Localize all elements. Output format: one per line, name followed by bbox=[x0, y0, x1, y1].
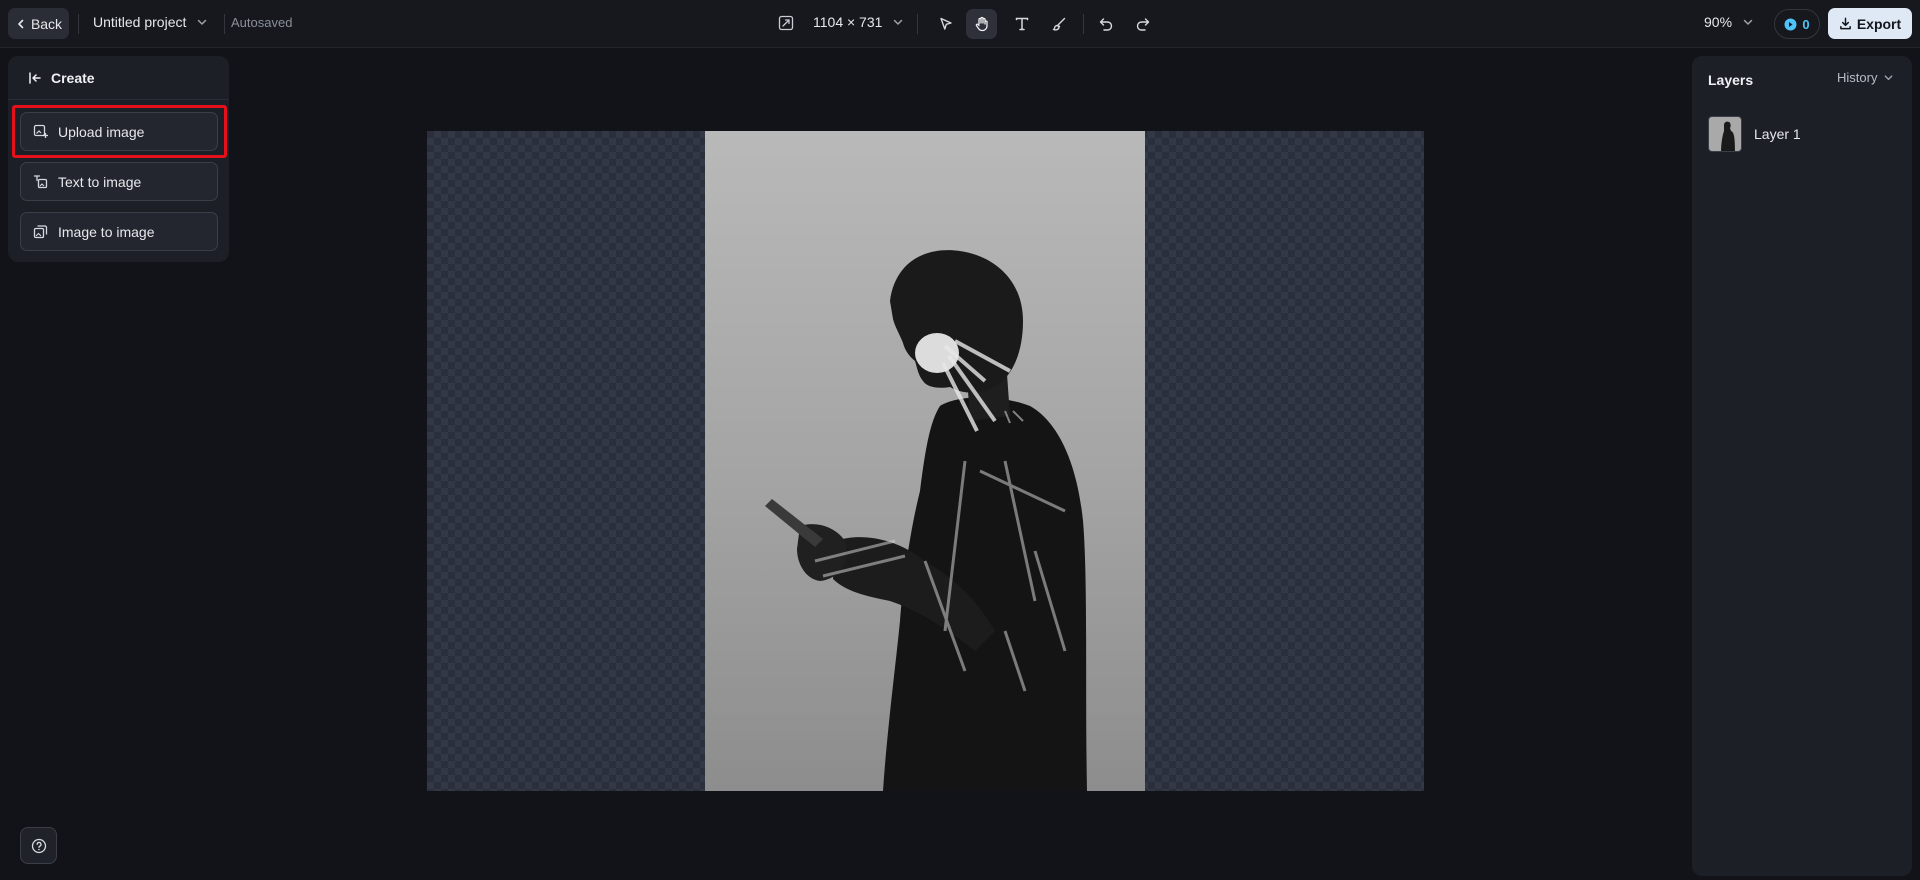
project-name-dropdown[interactable]: Untitled project bbox=[93, 14, 208, 30]
create-panel: Create Upload image Text to image Image … bbox=[8, 56, 229, 262]
upload-image-button[interactable]: Upload image bbox=[20, 112, 218, 151]
chevron-left-icon bbox=[15, 18, 27, 30]
cursor-arrow-icon bbox=[938, 16, 954, 32]
brush-tool[interactable] bbox=[1043, 9, 1074, 39]
create-title: Create bbox=[51, 69, 95, 86]
layers-panel: Layers History Layer 1 bbox=[1692, 56, 1912, 876]
divider bbox=[78, 14, 79, 34]
image-to-image-icon bbox=[33, 224, 48, 239]
editor-canvas[interactable] bbox=[427, 131, 1424, 791]
redo-button[interactable] bbox=[1127, 9, 1158, 39]
hand-icon bbox=[974, 16, 990, 32]
help-circle-icon bbox=[31, 838, 47, 854]
download-icon bbox=[1839, 17, 1852, 30]
top-toolbar: Back Untitled project Autosaved 1104 × 7… bbox=[0, 0, 1920, 48]
help-button[interactable] bbox=[20, 827, 57, 864]
export-button[interactable]: Export bbox=[1828, 8, 1912, 39]
zoom-value: 90% bbox=[1704, 14, 1733, 30]
export-label: Export bbox=[1856, 15, 1902, 32]
chevron-down-icon bbox=[1742, 16, 1754, 28]
chevron-down-icon bbox=[196, 16, 208, 28]
divider bbox=[224, 14, 225, 34]
text-tool[interactable] bbox=[1006, 9, 1037, 39]
photo-person-with-phone bbox=[765, 250, 1087, 791]
zoom-dropdown[interactable]: 90% bbox=[1704, 14, 1754, 30]
image-to-image-button[interactable]: Image to image bbox=[20, 212, 218, 251]
text-t-icon bbox=[1014, 16, 1030, 32]
back-label: Back bbox=[30, 15, 63, 32]
layer-item[interactable]: Layer 1 bbox=[1708, 116, 1898, 152]
autosave-status: Autosaved bbox=[231, 15, 293, 30]
text-to-image-button[interactable]: Text to image bbox=[20, 162, 218, 201]
chevron-down-icon bbox=[1883, 72, 1894, 83]
upload-image-icon bbox=[33, 124, 48, 139]
layers-title: Layers bbox=[1708, 72, 1754, 88]
project-name: Untitled project bbox=[93, 14, 187, 30]
text-to-image-icon bbox=[33, 174, 48, 189]
image-to-image-label: Image to image bbox=[58, 223, 155, 240]
layer-label: Layer 1 bbox=[1754, 126, 1801, 142]
brush-icon bbox=[1051, 16, 1067, 32]
redo-icon bbox=[1135, 16, 1151, 32]
layer-thumbnail bbox=[1708, 116, 1742, 152]
resize-icon[interactable] bbox=[778, 15, 794, 31]
credit-coin-icon bbox=[1784, 18, 1797, 31]
back-button[interactable]: Back bbox=[8, 8, 69, 39]
collapse-left-icon bbox=[28, 71, 42, 85]
canvas-image bbox=[705, 131, 1145, 791]
canvas-size-value: 1104 × 731 bbox=[813, 14, 883, 30]
text-to-image-label: Text to image bbox=[58, 173, 142, 190]
canvas-size-dropdown[interactable]: 1104 × 731 bbox=[813, 14, 904, 30]
create-panel-header[interactable]: Create bbox=[8, 56, 229, 100]
select-tool[interactable] bbox=[930, 9, 961, 39]
hand-tool[interactable] bbox=[966, 9, 997, 39]
credits-count: 0 bbox=[1802, 16, 1810, 32]
chevron-down-icon bbox=[892, 16, 904, 28]
undo-button[interactable] bbox=[1090, 9, 1121, 39]
upload-image-label: Upload image bbox=[58, 123, 145, 140]
credits-badge[interactable]: 0 bbox=[1774, 9, 1820, 39]
divider bbox=[917, 14, 918, 34]
history-dropdown[interactable]: History bbox=[1837, 70, 1894, 85]
undo-icon bbox=[1098, 16, 1114, 32]
history-label: History bbox=[1837, 70, 1878, 85]
divider bbox=[1083, 14, 1084, 34]
